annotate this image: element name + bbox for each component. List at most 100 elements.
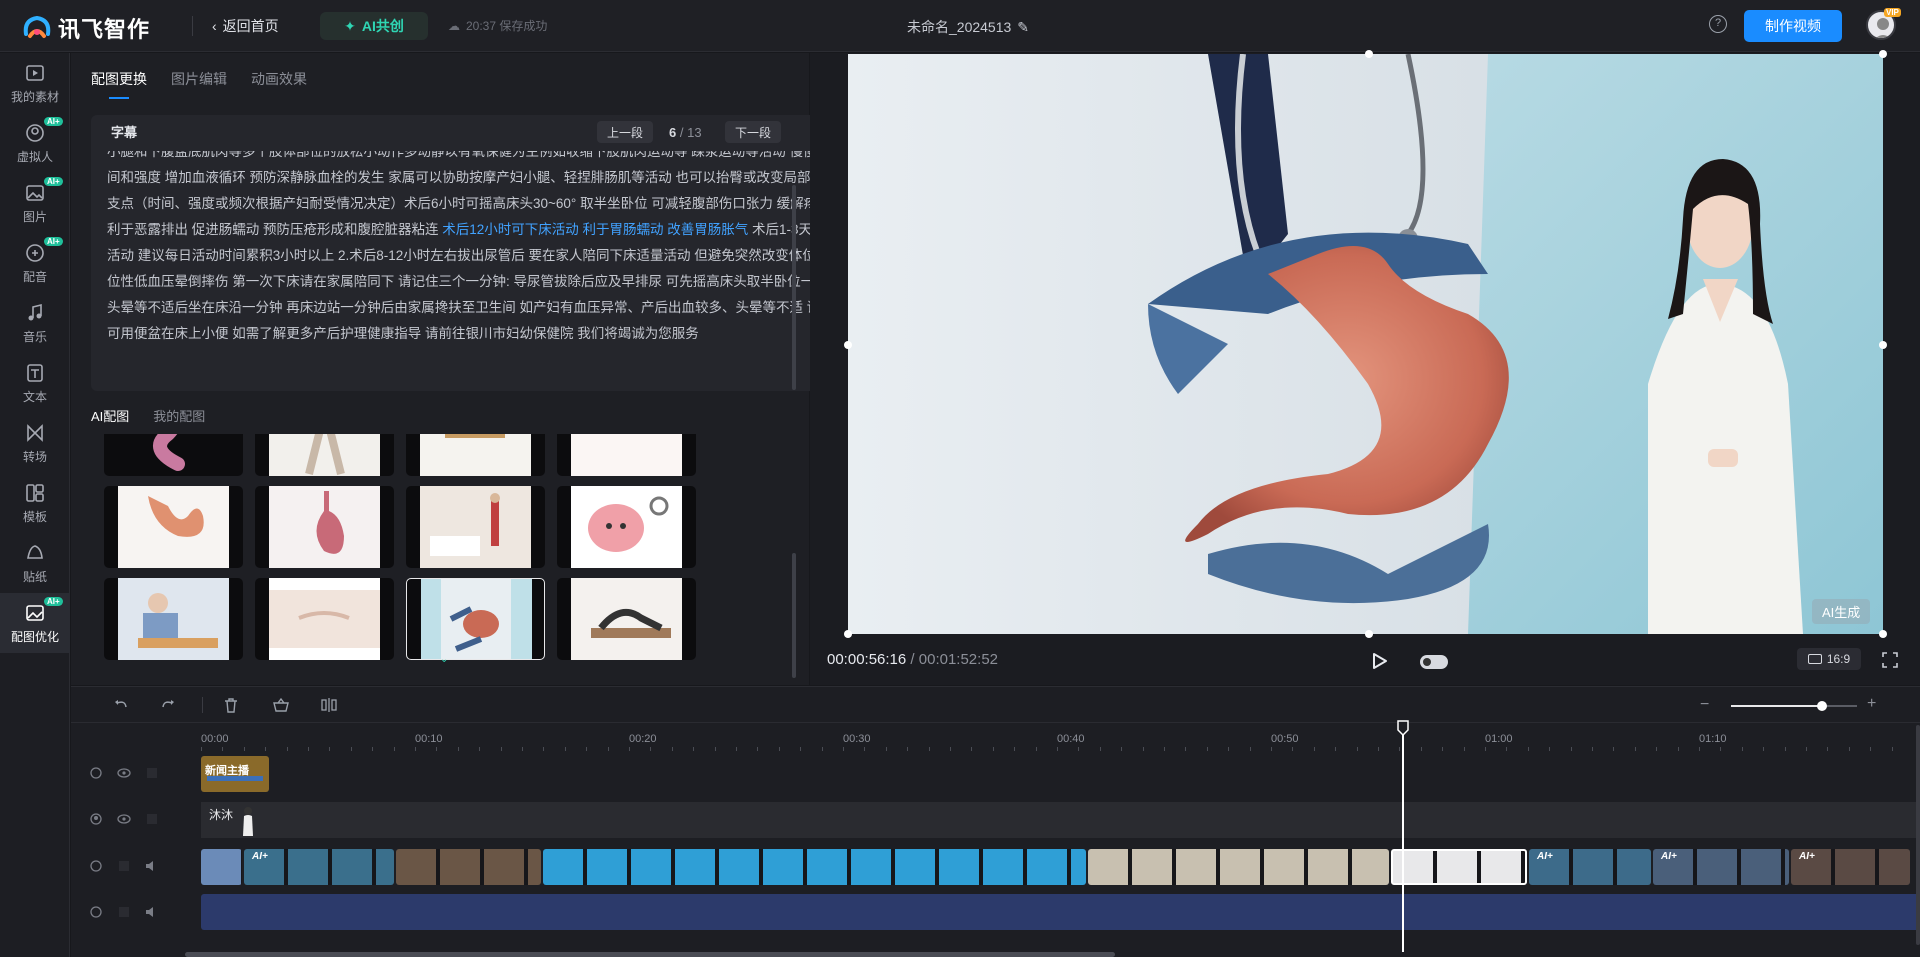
- loop-toggle[interactable]: [1420, 655, 1448, 669]
- sidebar-item-media[interactable]: 我的素材: [0, 53, 70, 113]
- lock-icon[interactable]: [117, 905, 131, 919]
- image-grid-scrollbar[interactable]: [792, 553, 796, 678]
- video-clip[interactable]: AI+: [1529, 849, 1651, 885]
- ai-cocreate-button[interactable]: ✦ AI共创: [320, 12, 428, 40]
- sidebar-item-image-optimize[interactable]: 配图优化 AI+: [0, 593, 70, 653]
- resize-handle[interactable]: [1879, 630, 1887, 638]
- document-title[interactable]: 未命名_2024513 ✎: [907, 17, 1029, 37]
- basket-icon[interactable]: [271, 695, 291, 715]
- video-clip[interactable]: [396, 849, 541, 885]
- video-clip[interactable]: [1088, 849, 1389, 885]
- aspect-ratio-button[interactable]: 16:9: [1797, 648, 1861, 670]
- app-logo[interactable]: 讯飞智作: [22, 12, 150, 44]
- fullscreen-icon[interactable]: [1882, 652, 1898, 671]
- tab-animation[interactable]: 动画效果: [251, 69, 307, 89]
- split-icon[interactable]: [319, 695, 339, 715]
- video-clip[interactable]: [201, 849, 242, 885]
- ai-plus-badge: AI+: [252, 851, 268, 862]
- playhead-handle[interactable]: [1396, 720, 1410, 739]
- resize-handle[interactable]: [844, 341, 852, 349]
- screen-icon: [1807, 654, 1822, 664]
- redo-icon[interactable]: [158, 695, 178, 715]
- resize-handle[interactable]: [1879, 50, 1887, 58]
- resize-handle[interactable]: [844, 630, 852, 638]
- video-clip[interactable]: AI+: [1653, 849, 1789, 885]
- back-home-button[interactable]: ‹ 返回首页: [212, 16, 279, 36]
- thumbnail-image: [118, 578, 229, 660]
- ai-plus-badge: AI+: [1661, 851, 1677, 862]
- sidebar-item-transition[interactable]: 转场: [0, 413, 70, 473]
- sidebar-item-label: 贴纸: [22, 569, 47, 584]
- lock-icon[interactable]: [117, 859, 131, 873]
- eye-icon[interactable]: [117, 812, 131, 826]
- ruler-tick: [372, 747, 374, 751]
- video-clip[interactable]: AI+: [1791, 849, 1910, 885]
- undo-icon[interactable]: [111, 695, 131, 715]
- voice-icon: [24, 242, 46, 264]
- video-clip[interactable]: AI+: [244, 849, 394, 885]
- next-segment-button[interactable]: 下一段: [725, 121, 782, 143]
- tab-image-edit[interactable]: 图片编辑: [171, 69, 227, 89]
- zoom-out-icon[interactable]: −: [1700, 696, 1709, 714]
- volume-icon[interactable]: [145, 905, 159, 919]
- tab-my-images[interactable]: 我的配图: [153, 406, 205, 425]
- preview-canvas[interactable]: [848, 54, 1883, 634]
- image-thumbnail[interactable]: [255, 434, 394, 476]
- delete-icon[interactable]: [221, 695, 241, 715]
- zoom-in-icon[interactable]: +: [1867, 695, 1876, 713]
- resize-handle[interactable]: [1365, 630, 1373, 638]
- sidebar-item-template[interactable]: 模板: [0, 473, 70, 533]
- sidebar-item-voice[interactable]: 配音 AI+: [0, 233, 70, 293]
- timeline-vscroll[interactable]: [1916, 725, 1920, 945]
- sidebar-item-image[interactable]: 图片 AI+: [0, 173, 70, 233]
- tab-image-replace[interactable]: 配图更换: [91, 69, 147, 99]
- sidebar-item-text[interactable]: 文本: [0, 353, 70, 413]
- edit-pencil-icon[interactable]: ✎: [1017, 19, 1029, 36]
- sidebar-item-avatar-person[interactable]: 虚拟人 AI+: [0, 113, 70, 173]
- zoom-slider[interactable]: [1731, 701, 1857, 711]
- audio-clip[interactable]: [201, 894, 1920, 930]
- image-thumbnail[interactable]: [255, 486, 394, 568]
- video-clip[interactable]: [543, 849, 1086, 885]
- image-thumbnail[interactable]: [104, 486, 243, 568]
- ruler-tick: [885, 747, 887, 751]
- chevron-left-icon: ‹: [212, 18, 217, 34]
- sidebar-item-music[interactable]: 音乐: [0, 293, 70, 353]
- image-thumbnail[interactable]: [104, 578, 243, 660]
- subtitle-scrollbar[interactable]: [792, 185, 796, 390]
- image-thumbnail[interactable]: [104, 434, 243, 476]
- image-thumbnail[interactable]: [406, 486, 545, 568]
- resize-handle[interactable]: [1879, 341, 1887, 349]
- prev-segment-button[interactable]: 上一段: [597, 121, 654, 143]
- make-video-button[interactable]: 制作视频: [1744, 10, 1842, 42]
- ruler-tick-label: 01:00: [1485, 733, 1513, 745]
- track-controls-audio: [89, 905, 159, 919]
- time-ruler[interactable]: 00:00 00:10 00:20 00:30 00:40 00:50 01:00 01:10: [201, 723, 1920, 751]
- eye-icon[interactable]: [117, 766, 131, 780]
- sidebar-item-sticker[interactable]: 贴纸: [0, 533, 70, 593]
- image-thumbnail[interactable]: [406, 578, 545, 660]
- avatar-clip[interactable]: 沐沐: [201, 802, 261, 838]
- lock-icon[interactable]: [145, 766, 159, 780]
- thumbnail-image: [571, 578, 682, 660]
- image-thumbnail[interactable]: [255, 578, 394, 660]
- image-thumbnail[interactable]: [557, 486, 696, 568]
- ruler-tick: [1613, 747, 1615, 751]
- image-thumbnail[interactable]: [406, 434, 545, 476]
- subtitle-text[interactable]: 小腿和下腹盆底肌肉等多个肢体部位的放松小动作多动静以有氧保健为主例如收缩下肢肌肉…: [107, 151, 867, 391]
- volume-icon[interactable]: [145, 859, 159, 873]
- timeline-hscroll[interactable]: [185, 952, 1115, 957]
- help-icon[interactable]: ?: [1709, 15, 1727, 33]
- image-thumbnail[interactable]: [557, 434, 696, 476]
- image-thumbnail[interactable]: [557, 578, 696, 660]
- video-clip[interactable]: [1391, 849, 1527, 885]
- zoom-knob[interactable]: [1816, 701, 1827, 711]
- tab-ai-images[interactable]: AI配图: [91, 406, 129, 425]
- resize-handle[interactable]: [1365, 50, 1373, 58]
- bg-clip[interactable]: 新闻主播: [201, 756, 269, 792]
- lock-icon[interactable]: [145, 812, 159, 826]
- ruler-tick: [1057, 747, 1058, 751]
- ruler-tick: [1099, 747, 1101, 751]
- ruler-tick: [1378, 747, 1379, 751]
- play-icon[interactable]: [1372, 652, 1388, 673]
